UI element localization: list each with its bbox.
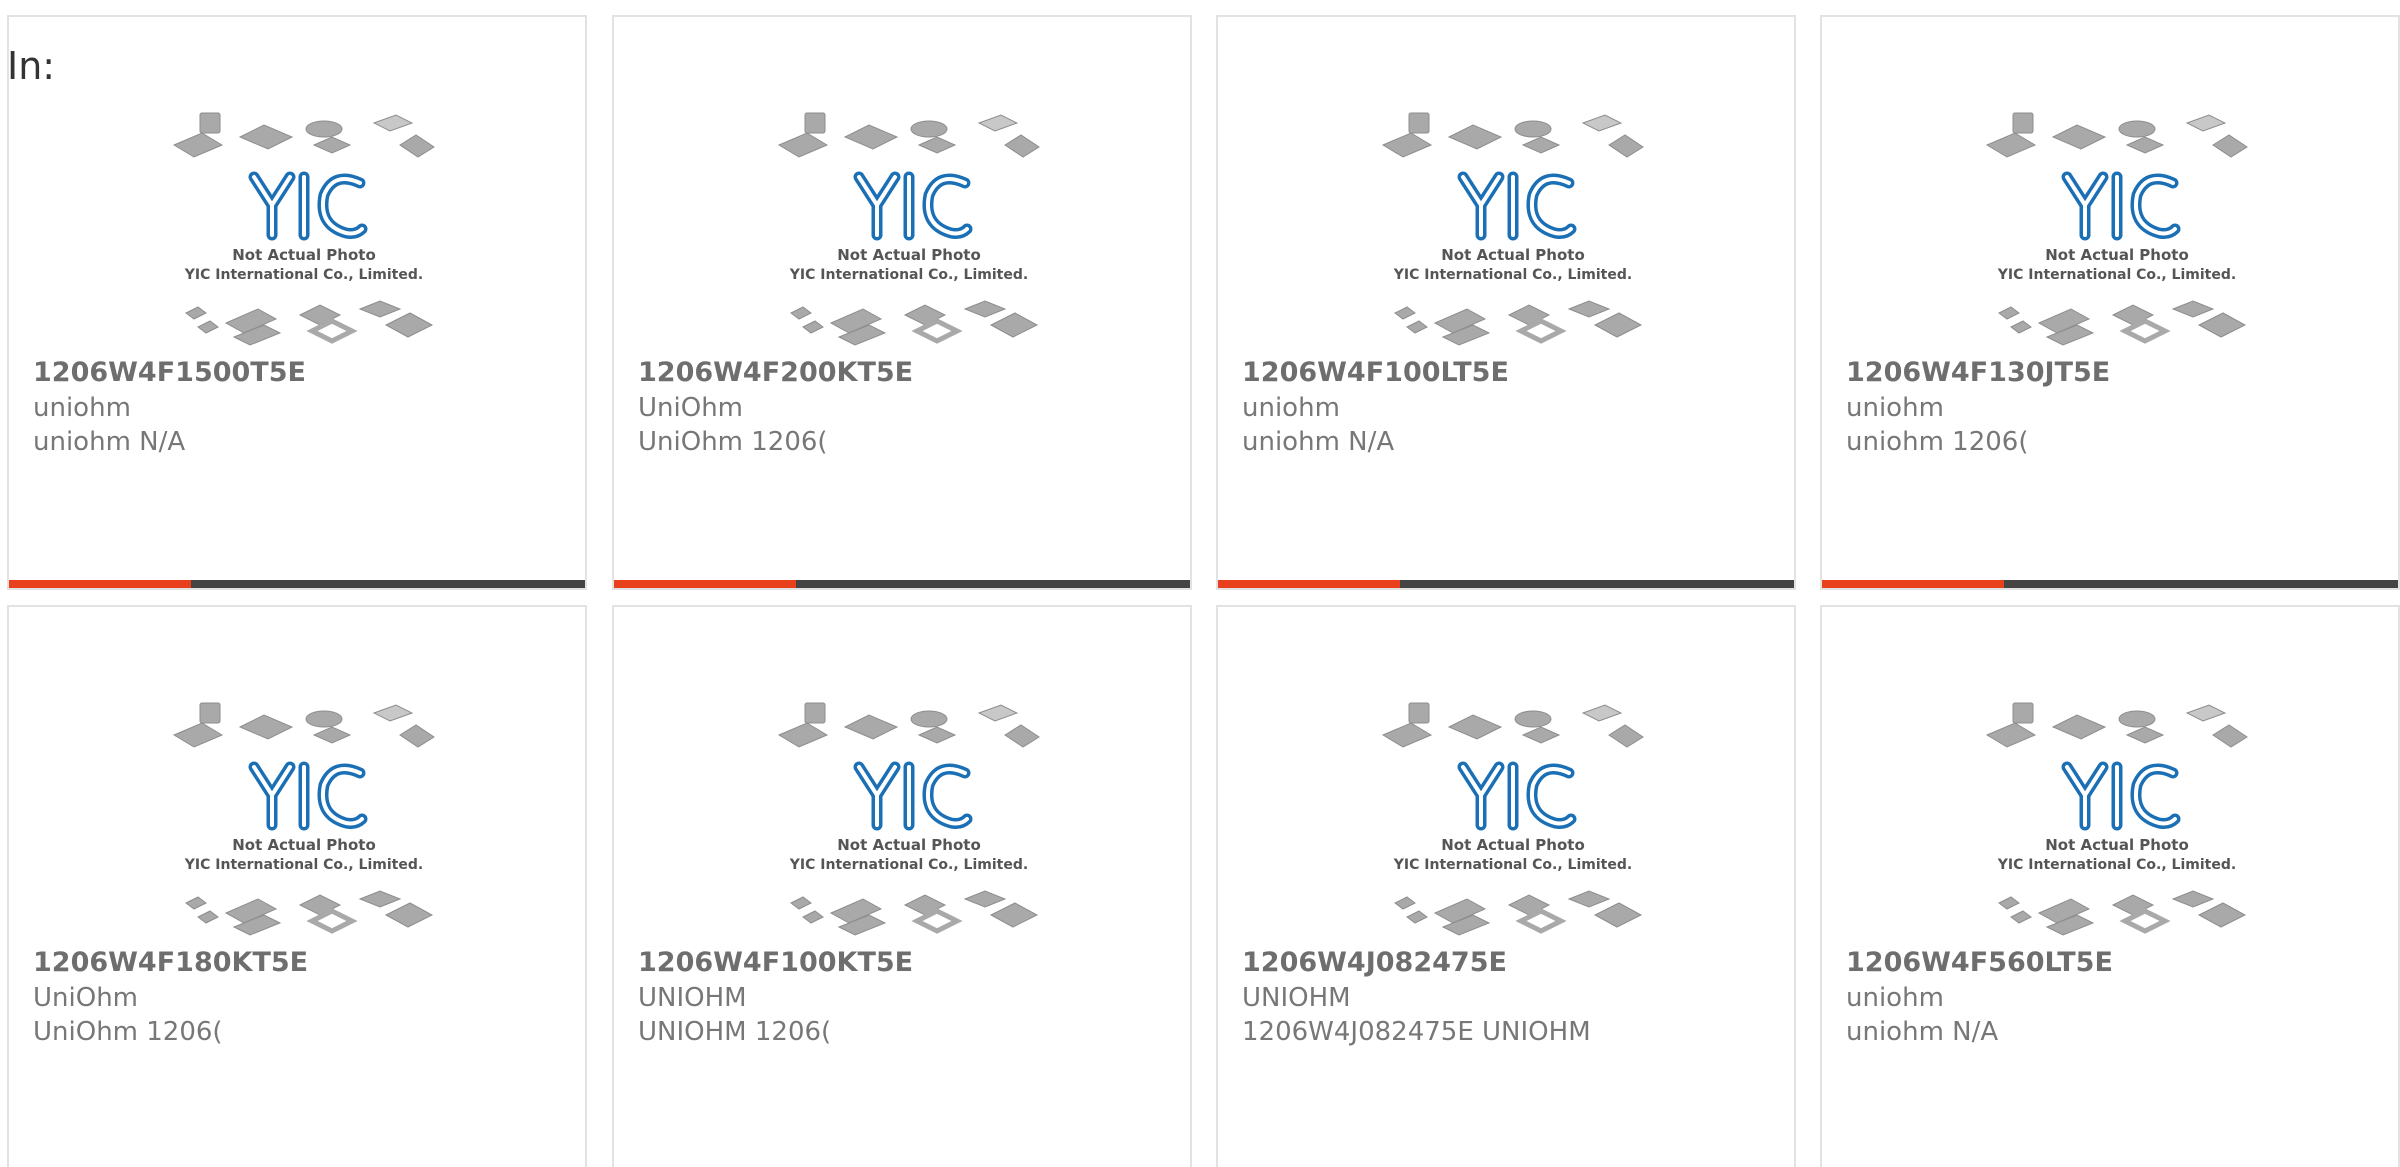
product-manufacturer: uniohm [1242, 393, 1340, 423]
svg-text:YIC International Co., Limited: YIC International Co., Limited. [1997, 857, 2236, 873]
product-description: 1206W4J082475E UNIOHM [1242, 1017, 1591, 1047]
card-hover-bar [614, 580, 1190, 588]
svg-text:YIC International Co., Limited: YIC International Co., Limited. [1393, 857, 1632, 873]
card-hover-bar [1822, 580, 2398, 588]
product-manufacturer: uniohm [1846, 393, 1944, 423]
card-accent-segment [9, 580, 191, 588]
card-hover-bar [9, 580, 585, 588]
svg-text:YIC International Co., Limited: YIC International Co., Limited. [184, 857, 423, 873]
product-placeholder-image[interactable]: Not Actual Photo YIC International Co., … [769, 105, 1049, 375]
svg-text:YIC International Co., Limited: YIC International Co., Limited. [184, 267, 423, 283]
svg-text:YIC International Co., Limited: YIC International Co., Limited. [1393, 267, 1632, 283]
svg-text:YIC International Co., Limited: YIC International Co., Limited. [789, 267, 1028, 283]
card-hover-bar [1218, 580, 1794, 588]
product-card[interactable]: Not Actual Photo YIC International Co., … [1820, 605, 2400, 1167]
product-part-number[interactable]: 1206W4F560LT5E [1846, 947, 2113, 978]
svg-text:Not Actual Photo: Not Actual Photo [1441, 836, 1585, 854]
product-placeholder-image[interactable]: Not Actual Photo YIC International Co., … [1373, 695, 1653, 965]
svg-text:YIC International Co., Limited: YIC International Co., Limited. [789, 857, 1028, 873]
product-part-number[interactable]: 1206W4F200KT5E [638, 357, 913, 388]
card-accent-segment [1218, 580, 1400, 588]
product-card[interactable]: Not Actual Photo YIC International Co., … [612, 15, 1192, 590]
product-placeholder-image[interactable]: Not Actual Photo YIC International Co., … [164, 105, 444, 375]
product-part-number[interactable]: 1206W4F100LT5E [1242, 357, 1509, 388]
product-part-number[interactable]: 1206W4F180KT5E [33, 947, 308, 978]
product-description: uniohm N/A [1242, 427, 1395, 457]
product-card[interactable]: Not Actual Photo YIC International Co., … [1216, 605, 1796, 1167]
product-manufacturer: uniohm [1846, 983, 1944, 1013]
svg-text:YIC International Co., Limited: YIC International Co., Limited. [1997, 267, 2236, 283]
product-part-number[interactable]: 1206W4F130JT5E [1846, 357, 2110, 388]
product-part-number[interactable]: 1206W4F100KT5E [638, 947, 913, 978]
product-manufacturer: UNIOHM [638, 983, 747, 1013]
product-card[interactable]: Not Actual Photo YIC International Co., … [1216, 15, 1796, 590]
product-grid: Not Actual Photo YIC International Co., … [0, 0, 2400, 1167]
svg-text:Not Actual Photo: Not Actual Photo [2045, 246, 2189, 264]
svg-text:Not Actual Photo: Not Actual Photo [837, 246, 981, 264]
product-manufacturer: UniOhm [33, 983, 139, 1013]
svg-text:Not Actual Photo: Not Actual Photo [232, 836, 376, 854]
product-part-number[interactable]: 1206W4F1500T5E [33, 357, 306, 388]
product-description: UNIOHM 1206( [638, 1017, 832, 1047]
product-description: UniOhm 1206( [33, 1017, 223, 1047]
product-placeholder-image[interactable]: Not Actual Photo YIC International Co., … [769, 695, 1049, 965]
product-card[interactable]: Not Actual Photo YIC International Co., … [1820, 15, 2400, 590]
svg-text:Not Actual Photo: Not Actual Photo [837, 836, 981, 854]
product-description: UniOhm 1206( [638, 427, 828, 457]
product-card[interactable]: Not Actual Photo YIC International Co., … [612, 605, 1192, 1167]
product-placeholder-image[interactable]: Not Actual Photo YIC International Co., … [164, 695, 444, 965]
in-label: In: [7, 44, 56, 88]
product-part-number[interactable]: 1206W4J082475E [1242, 947, 1507, 978]
product-placeholder-image[interactable]: Not Actual Photo YIC International Co., … [1977, 695, 2257, 965]
product-placeholder-image[interactable]: Not Actual Photo YIC International Co., … [1977, 105, 2257, 375]
product-card[interactable]: Not Actual Photo YIC International Co., … [7, 15, 587, 590]
product-description: uniohm N/A [1846, 1017, 1999, 1047]
card-accent-segment [614, 580, 796, 588]
product-description: uniohm 1206( [1846, 427, 2029, 457]
product-placeholder-image[interactable]: Not Actual Photo YIC International Co., … [1373, 105, 1653, 375]
product-manufacturer: uniohm [33, 393, 131, 423]
product-manufacturer: UNIOHM [1242, 983, 1351, 1013]
card-accent-segment [1822, 580, 2004, 588]
product-listing-page: In: Not Actual Photo YIC International C… [0, 0, 2400, 1167]
product-manufacturer: UniOhm [638, 393, 744, 423]
product-card[interactable]: Not Actual Photo YIC International Co., … [7, 605, 587, 1167]
product-description: uniohm N/A [33, 427, 186, 457]
svg-text:Not Actual Photo: Not Actual Photo [1441, 246, 1585, 264]
svg-text:Not Actual Photo: Not Actual Photo [2045, 836, 2189, 854]
svg-text:Not Actual Photo: Not Actual Photo [232, 246, 376, 264]
